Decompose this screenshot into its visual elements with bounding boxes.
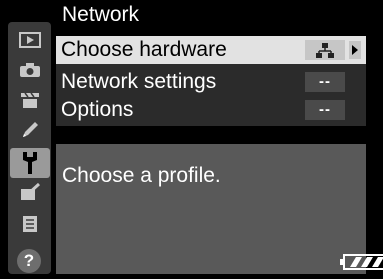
menu-item-value: --	[305, 100, 345, 120]
playback-icon	[19, 32, 41, 48]
battery-full-icon	[340, 254, 383, 270]
menu-item-label: Options	[61, 98, 134, 121]
help-text: Choose a profile.	[62, 164, 221, 187]
tab-setup[interactable]	[10, 148, 50, 178]
chevron-right-icon	[349, 41, 361, 59]
wrench-icon	[23, 152, 37, 174]
pencil-icon	[23, 122, 38, 137]
camera-menu-screen: ? Network Choose hardware Network settin…	[0, 0, 383, 279]
tab-movie-shooting[interactable]	[17, 88, 43, 112]
menu-item-choose-hardware[interactable]: Choose hardware	[56, 36, 366, 64]
menu-item-value: --	[305, 72, 345, 92]
tab-custom-settings[interactable]	[17, 118, 43, 142]
menu-sidebar: ?	[8, 22, 51, 274]
help-panel: Choose a profile.	[56, 144, 383, 274]
tab-my-menu[interactable]	[17, 212, 43, 236]
menu-item-value	[305, 40, 345, 60]
menu-item-network-settings[interactable]: Network settings --	[56, 68, 366, 96]
menu-item-options[interactable]: Options --	[56, 96, 366, 124]
camera-icon	[20, 63, 40, 77]
my-menu-icon	[23, 216, 37, 232]
retouch-icon	[21, 182, 41, 200]
page-title: Network	[62, 3, 140, 26]
menu-item-label: Choose hardware	[61, 38, 227, 61]
tab-photo-shooting[interactable]	[17, 58, 43, 82]
tab-retouch[interactable]	[17, 180, 43, 204]
help-button[interactable]: ?	[17, 249, 41, 273]
tab-playback[interactable]	[17, 28, 43, 52]
network-hardware-icon	[316, 42, 334, 58]
movie-icon	[21, 92, 39, 108]
menu-item-label: Network settings	[61, 70, 217, 93]
